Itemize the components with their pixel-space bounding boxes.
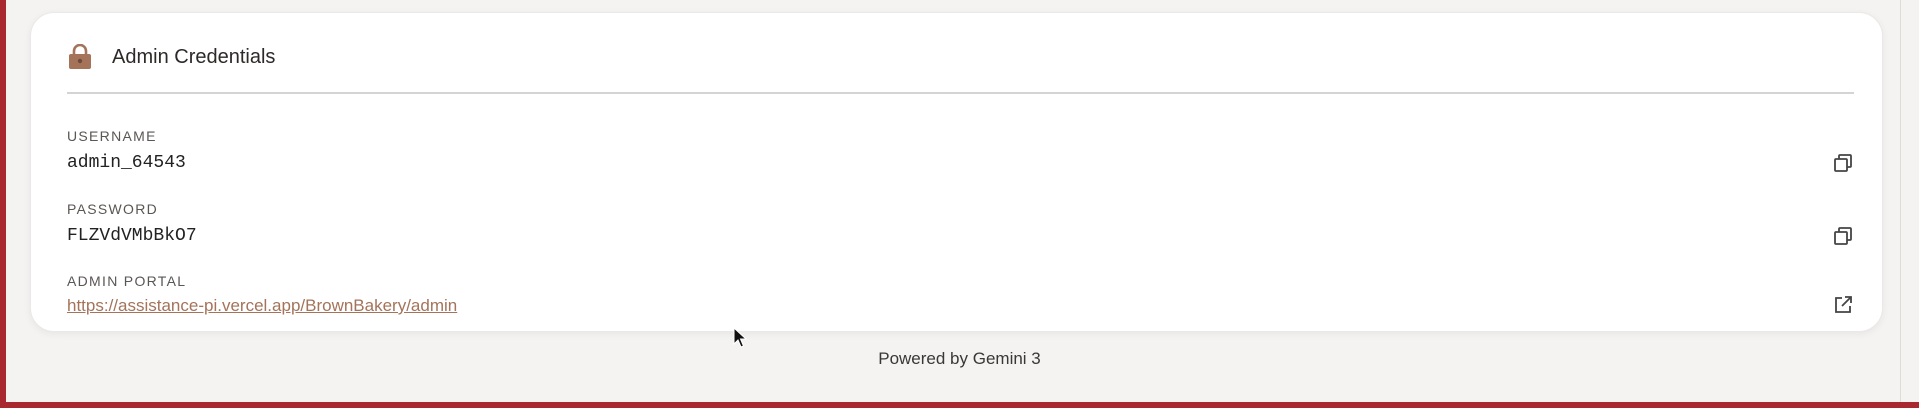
powered-by-footer: Powered by Gemini 3	[878, 349, 1041, 368]
external-link-icon	[1835, 296, 1852, 313]
scrollbar-track[interactable]	[1900, 0, 1919, 408]
header-divider	[67, 92, 1854, 94]
card-header: Admin Credentials	[67, 42, 275, 72]
open-portal-button[interactable]	[1832, 294, 1854, 316]
window-border	[0, 402, 1919, 408]
password-label: PASSWORD	[67, 201, 159, 217]
admin-portal-link[interactable]: https://assistance-pi.vercel.app/BrownBa…	[67, 295, 457, 317]
password-field: PASSWORD FLZVdVMbBkO7	[67, 201, 1854, 247]
admin-credentials-card: Admin Credentials USERNAME admin_64543 P…	[30, 12, 1883, 332]
username-value: admin_64543	[67, 153, 186, 173]
admin-portal-label: ADMIN PORTAL	[67, 273, 187, 289]
copy-icon	[1834, 154, 1852, 172]
username-label: USERNAME	[67, 128, 157, 144]
admin-portal-field: ADMIN PORTAL https://assistance-pi.verce…	[67, 273, 1854, 317]
copy-password-button[interactable]	[1832, 225, 1854, 247]
username-field: USERNAME admin_64543	[67, 128, 1854, 174]
copy-username-button[interactable]	[1832, 152, 1854, 174]
mouse-cursor-icon	[733, 327, 747, 348]
copy-icon	[1834, 227, 1852, 245]
lock-icon	[67, 42, 93, 72]
card-title: Admin Credentials	[112, 45, 276, 68]
password-value: FLZVdVMbBkO7	[67, 226, 197, 246]
